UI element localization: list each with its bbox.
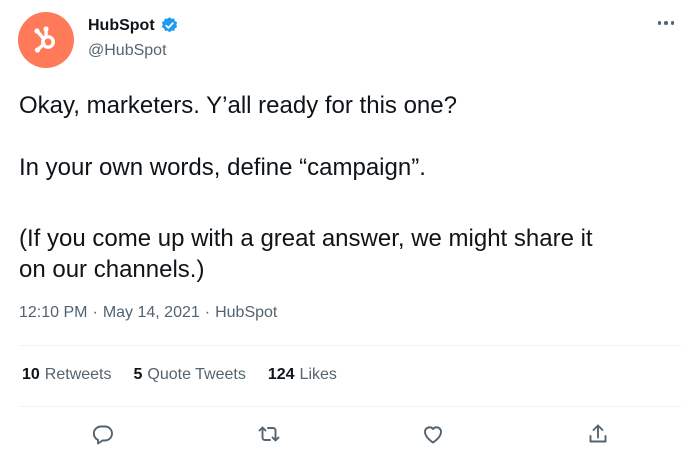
divider (19, 406, 681, 407)
meta-separator: · (204, 304, 211, 321)
tweet-meta: 12:10 PM · May 14, 2021 · HubSpot (19, 304, 277, 322)
share-button[interactable] (583, 419, 613, 449)
tweet-date[interactable]: May 14, 2021 (103, 304, 200, 322)
retweets-label: Retweets (44, 366, 112, 383)
tweet-text-line: (If you come up with a great answer, we … (19, 225, 593, 252)
more-options-icon[interactable] (655, 14, 677, 32)
tweet-text-line: on our channels.) (19, 256, 205, 283)
retweets-count: 10 (22, 366, 40, 383)
retweet-button[interactable] (254, 419, 284, 449)
hubspot-logo-icon (34, 26, 55, 53)
divider (19, 345, 681, 346)
likes-stat[interactable]: 124 Likes (268, 366, 337, 384)
share-icon (589, 424, 607, 443)
quote-tweets-stat[interactable]: 5 Quote Tweets (134, 366, 246, 384)
tweet-stats: 10 Retweets 5 Quote Tweets 124 Likes (22, 366, 337, 384)
tweet-card: HubSpot @HubSpot Okay, marketers. Y’all … (0, 0, 700, 461)
author-handle[interactable]: @HubSpot (88, 42, 167, 60)
like-button[interactable] (418, 419, 448, 449)
tweet-time[interactable]: 12:10 PM (19, 304, 87, 322)
quote-tweets-label: Quote Tweets (147, 366, 246, 383)
tweet-text-line: In your own words, define “campaign”. (19, 154, 426, 181)
retweets-stat[interactable]: 10 Retweets (22, 366, 112, 384)
display-name[interactable]: HubSpot (88, 17, 155, 35)
more-dot (670, 21, 675, 25)
more-dot (664, 21, 668, 25)
like-icon (424, 426, 442, 444)
reply-icon (92, 425, 113, 445)
more-dot (657, 21, 662, 25)
likes-count: 124 (267, 366, 295, 383)
quote-tweets-count: 5 (133, 366, 143, 383)
tweet-text-line: Okay, marketers. Y’all ready for this on… (19, 92, 457, 119)
likes-label: Likes (299, 366, 337, 383)
author-name-row[interactable]: HubSpot (88, 16, 179, 35)
reply-button[interactable] (88, 419, 118, 449)
meta-separator: · (92, 304, 98, 321)
avatar[interactable] (18, 12, 74, 68)
tweet-source[interactable]: HubSpot (215, 304, 277, 322)
retweet-icon (258, 426, 280, 442)
verified-badge-icon (161, 17, 177, 33)
